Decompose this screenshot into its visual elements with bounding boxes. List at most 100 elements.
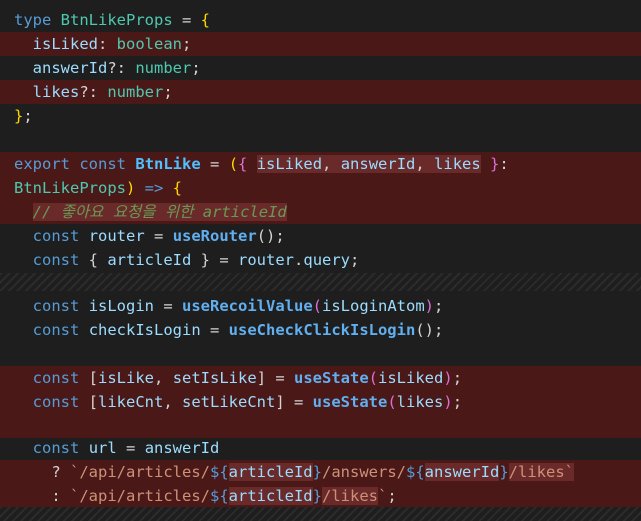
removed-code-line[interactable]: likes?: number; xyxy=(0,80,641,104)
code-token: /likes` xyxy=(508,463,574,481)
code-editor[interactable]: type BtnLikeProps = { isLiked: boolean; … xyxy=(0,0,641,521)
code-token: isLike xyxy=(98,369,155,387)
code-token: BtnLike xyxy=(135,155,201,173)
removed-code-line[interactable]: isLiked: boolean; xyxy=(0,32,641,56)
code-token: likes xyxy=(434,155,481,173)
diff-fold-hatch[interactable] xyxy=(0,507,641,521)
code-token: { xyxy=(79,251,108,269)
code-token: ; xyxy=(23,107,33,125)
code-token: : xyxy=(14,487,70,505)
code-token: = xyxy=(154,297,183,315)
diff-minus-marker xyxy=(1,152,9,176)
code-token: ${ xyxy=(209,487,229,505)
code-token: useState xyxy=(312,393,388,411)
code-line[interactable]: const checkIsLogin = useCheckClickIsLogi… xyxy=(0,318,641,342)
removed-code-line[interactable]: BtnLikeProps) => { xyxy=(0,176,641,200)
code-line[interactable]: answerId?: number; xyxy=(0,56,641,80)
code-token: } xyxy=(312,463,322,481)
code-line[interactable]: const isLogin = useRecoilValue(isLoginAt… xyxy=(0,294,641,318)
code-token: = xyxy=(200,321,229,339)
code-token: articleId xyxy=(228,487,313,505)
removed-code-line[interactable] xyxy=(0,414,641,438)
code-line[interactable]: }; xyxy=(0,104,641,128)
removed-code-line[interactable]: // 좋아요 요청을 위한 articleId xyxy=(0,200,641,224)
code-token: ; xyxy=(434,297,444,315)
diff-fold-hatch[interactable] xyxy=(0,273,641,291)
code-token: /answers/ xyxy=(322,463,406,481)
code-token: isLiked xyxy=(32,35,98,53)
code-token: ? xyxy=(14,463,70,481)
code-token: : xyxy=(98,35,117,53)
code-token: likes xyxy=(396,393,444,411)
removed-code-line[interactable]: export const BtnLike = ({ isLiked, answe… xyxy=(0,152,641,176)
code-token: const xyxy=(32,227,80,245)
code-token: } xyxy=(499,463,509,481)
code-token: answerId xyxy=(424,463,500,481)
code-token: [ xyxy=(79,393,99,411)
code-token: const xyxy=(79,155,127,173)
code-token: ( xyxy=(387,393,397,411)
code-token: router xyxy=(238,251,295,269)
code-token: router xyxy=(88,227,145,245)
code-token: { xyxy=(172,179,182,197)
code-token: articleId xyxy=(228,463,313,481)
code-token: (); xyxy=(256,227,285,245)
code-token: number xyxy=(135,59,192,77)
diff-minus-marker xyxy=(1,200,9,224)
code-token: const xyxy=(32,297,80,315)
code-token: isLogin xyxy=(88,297,155,315)
diff-minus-marker xyxy=(1,366,9,390)
code-token: : xyxy=(499,155,509,173)
code-token: ; xyxy=(350,251,360,269)
code-line[interactable]: const { articleId } = router.query; xyxy=(0,248,641,272)
diff-minus-marker xyxy=(1,176,9,200)
removed-code-line[interactable]: : `/api/articles/${articleId}/likes`; xyxy=(0,484,641,508)
code-token: boolean xyxy=(116,35,182,53)
code-token: ) xyxy=(125,179,136,197)
code-token: isLoginAtom xyxy=(322,297,425,315)
code-token: const xyxy=(32,251,80,269)
code-token: number xyxy=(107,83,164,101)
code-token: ; xyxy=(452,393,463,411)
removed-code-line[interactable]: const [isLike, setIsLike] = useState(isL… xyxy=(0,366,641,390)
code-token: const xyxy=(32,439,80,457)
code-token: `/api/articles/ xyxy=(70,487,210,505)
diff-minus-marker xyxy=(1,460,9,484)
code-token: = xyxy=(200,155,229,173)
code-token: ${ xyxy=(209,463,229,481)
code-token: ] = xyxy=(275,393,313,411)
code-token: ) xyxy=(443,369,453,387)
code-token: export xyxy=(14,155,70,173)
code-token: // 좋아요 요청을 위한 articleId xyxy=(32,203,287,221)
code-token: } xyxy=(14,107,24,125)
code-line[interactable] xyxy=(0,342,641,366)
code-token: isLiked xyxy=(256,155,323,173)
code-token: [ xyxy=(79,369,99,387)
removed-code-line[interactable]: const [likeCnt, setLikeCnt] = useState(l… xyxy=(0,390,641,414)
code-token: /likes xyxy=(322,487,378,505)
code-token: ( xyxy=(368,369,379,387)
code-token: likes xyxy=(32,83,80,101)
code-token: useCheckClickIsLogin xyxy=(228,321,416,339)
code-line[interactable] xyxy=(0,128,641,152)
code-token: ; xyxy=(191,59,201,77)
removed-code-line[interactable]: ? `/api/articles/${articleId}/answers/${… xyxy=(0,460,641,484)
code-token: ; xyxy=(387,487,397,505)
code-line[interactable]: type BtnLikeProps = { xyxy=(0,8,641,32)
code-token: checkIsLogin xyxy=(88,321,201,339)
code-line[interactable]: const router = useRouter(); xyxy=(0,224,641,248)
code-token: url xyxy=(88,439,117,457)
code-token: answerId xyxy=(340,155,416,173)
code-token: } xyxy=(490,155,500,173)
code-line[interactable]: const url = answerId xyxy=(0,436,641,460)
code-token: } xyxy=(312,487,322,505)
code-token: likeCnt xyxy=(98,393,164,411)
diff-minus-marker xyxy=(1,80,9,104)
